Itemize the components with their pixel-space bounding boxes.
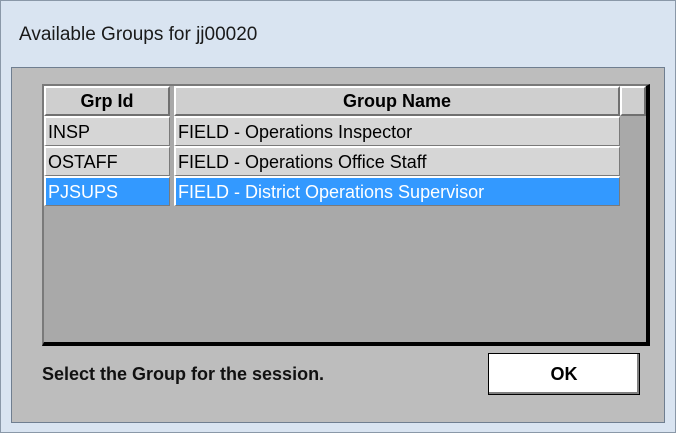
table-row[interactable]: OSTAFF FIELD - Operations Office Staff [44,146,646,176]
instruction-label: Select the Group for the session. [42,364,325,384]
ok-button[interactable]: OK [488,353,640,395]
column-header-spacer [620,86,646,116]
cell-grp-id[interactable]: OSTAFF [44,146,170,176]
window-title: Available Groups for jj00020 [19,24,258,45]
cell-group-name[interactable]: FIELD - Operations Office Staff [174,146,620,176]
table-row[interactable]: INSP FIELD - Operations Inspector [44,116,646,146]
cell-grp-id[interactable]: PJSUPS [44,176,170,206]
row-spacer [620,146,646,176]
cell-group-name[interactable]: FIELD - District Operations Supervisor [174,176,620,206]
groups-table: Grp Id Group Name INSP FIELD - Operation… [44,86,646,206]
table-row-selected[interactable]: PJSUPS FIELD - District Operations Super… [44,176,646,206]
row-spacer [620,176,646,206]
column-header-group-name[interactable]: Group Name [174,86,620,116]
cell-group-name[interactable]: FIELD - Operations Inspector [174,116,620,146]
dialog-window: Available Groups for jj00020 Grp Id Grou… [0,0,676,433]
groups-grid: Grp Id Group Name INSP FIELD - Operation… [42,84,650,346]
row-spacer [620,116,646,146]
column-header-grp-id[interactable]: Grp Id [44,86,170,116]
table-header-row: Grp Id Group Name [44,86,646,116]
dialog-client-area: Grp Id Group Name INSP FIELD - Operation… [11,67,665,423]
cell-grp-id[interactable]: INSP [44,116,170,146]
